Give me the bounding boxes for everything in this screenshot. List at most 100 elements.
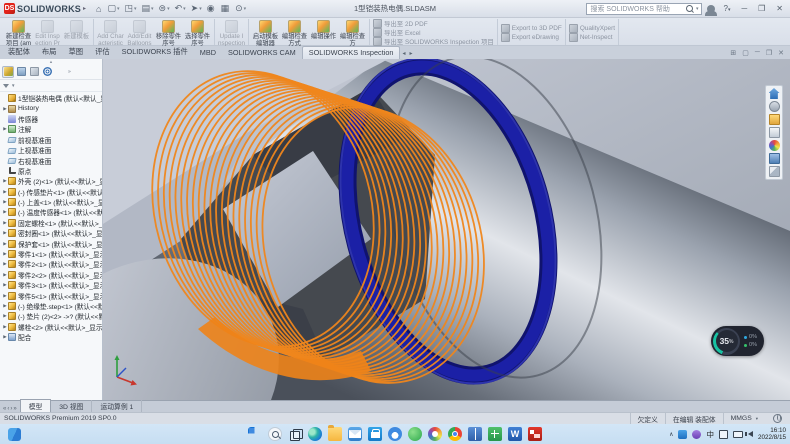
task-view-button[interactable] [288,427,302,441]
network-icon[interactable] [733,431,743,438]
ribbon-button[interactable]: Add/Edit Balloons [126,20,153,47]
home-icon[interactable]: ⌂ [94,3,104,15]
ribbon-button[interactable]: 新建模板 [63,20,90,41]
ribbon-menu-item[interactable]: 导出至 SOLIDWORKS Inspection 项目 [373,38,494,46]
status-units[interactable]: MMGS▾ [723,413,769,424]
tree-item[interactable]: ▶ 前视基准面 [2,135,102,145]
tree-item[interactable]: ▶ 零件2<1> (默认<<默认>_显示状态 [2,259,102,269]
custom-properties-icon[interactable] [769,153,780,164]
green-app-icon[interactable] [408,427,422,441]
new-file-icon[interactable]: ▢▾ [105,2,121,15]
word-app-icon[interactable]: W [508,427,522,441]
view-palette-icon[interactable] [769,127,780,138]
file-explorer-icon[interactable] [328,427,342,441]
tree-item[interactable]: ▶ (-) 垫片 (2)<2> ->? (默认<<默认 [2,311,102,321]
dictionary-icon[interactable] [468,427,482,441]
onedrive-icon[interactable] [388,427,402,441]
undo-icon[interactable]: ↶▾ [173,2,188,15]
ribbon-button[interactable]: 编辑检查方 [339,20,366,47]
mail-icon[interactable] [348,427,362,441]
minimize-button[interactable]: ─ [738,4,750,13]
ribbon-menu-item[interactable]: Net-Inspect [569,33,613,41]
tree-item[interactable]: ▶ (-) 上盖<1> (默认<<默认>_显示状 [2,197,102,207]
ribbon-menu-item[interactable]: 导出至 Excel [373,29,421,37]
search-caret-icon[interactable]: ▾ [696,6,699,12]
file-explorer-icon[interactable] [769,114,780,125]
ribbon-button[interactable]: 选择零件序号 [184,20,211,47]
close-button[interactable]: ✕ [773,4,786,13]
displaymanager-tab[interactable] [54,66,66,78]
doc-cascade-icon[interactable]: ▢ [742,49,749,57]
tree-item[interactable]: ▶ (-) 温度传感器<1> (默认<<默认>_ [2,207,102,217]
ribbon-tab[interactable]: SOLIDWORKS CAM [222,47,302,59]
ribbon-tab[interactable]: 草图 [62,46,89,59]
menu-expand-icon[interactable]: ▸ [83,5,86,12]
ribbon-menu-item[interactable]: Export to 3D PDF [501,24,562,32]
tree-item[interactable]: ▶ 固定螺栓<1> (默认<<默认>_显示 [2,218,102,228]
panel-tabs-overflow-icon[interactable]: » [68,69,71,75]
tree-item[interactable]: ▶ (-) 绝缘垫.step<1> (默认<<默认> [2,301,102,311]
doc-close-icon[interactable]: ✕ [778,49,784,57]
tree-item[interactable]: ▶ 注解 [2,124,102,134]
login-user-icon[interactable] [707,5,715,13]
solidworks-resources-icon[interactable] [769,88,780,99]
tree-item[interactable]: ▶ 螺栓<2> (默认<<默认>_显示状态 [2,322,102,332]
clock[interactable]: 16:10 2022/8/15 [758,427,786,441]
document-tab[interactable]: 模型 [20,399,52,413]
search-icon[interactable] [686,5,693,12]
open-file-icon[interactable]: ◳▾ [122,2,138,15]
restore-button[interactable]: ❐ [755,4,768,13]
ribbon-button[interactable]: Add Characteristic [97,20,124,47]
ribbon-tab[interactable]: 布局 [36,46,63,59]
tree-item[interactable]: ▶ 原点 [2,166,102,176]
tree-item[interactable]: ▶ 传感器 [2,114,102,124]
ribbon-button[interactable]: 编辑操作 [310,20,337,41]
filter-caret-icon[interactable]: ▼ [11,83,15,88]
tree-item[interactable]: ▶ 零件5<1> (默认<<默认>_显示状态 [2,290,102,300]
ribbon-tab[interactable]: MBD [194,47,222,59]
tree-item[interactable]: ▶ 保护套<1> (默认<<默认>_显示状 [2,238,102,248]
performance-overlay[interactable]: 35 % 0% 0% [711,326,764,356]
ribbon-tab[interactable]: SOLIDWORKS 插件 [116,46,194,59]
graphics-viewport[interactable]: 35 % 0% 0% [103,59,790,400]
propertymanager-tab[interactable] [15,66,27,78]
rebuild-icon[interactable]: ◉ [205,2,218,15]
tree-item[interactable]: ▶ 右视基准面 [2,155,102,165]
ribbon-tab[interactable]: 装配体 [2,46,36,59]
tree-item[interactable]: ▶ 零件1<1> (默认<<默认>_显示状态 [2,249,102,259]
model-canvas[interactable] [103,59,790,400]
tree-item[interactable]: ▶ 零件3<1> (默认<<默认>_显示状态 [2,280,102,290]
tab-scroll-right-icon[interactable]: ▸ [407,50,414,59]
input-language-indicator[interactable]: 中 [706,429,714,440]
ribbon-button[interactable]: 编辑检查方式 [281,20,308,47]
doc-minimize-icon[interactable]: ─ [755,49,760,57]
help-button[interactable]: ?▾ [720,4,733,13]
edge-icon[interactable] [308,427,322,441]
spreadsheet-app-icon[interactable] [488,427,502,441]
forum-icon[interactable] [769,166,780,177]
configurationmanager-tab[interactable] [28,66,40,78]
select-icon[interactable]: ➤▾ [189,2,204,15]
appearances-icon[interactable] [769,140,780,151]
start-button[interactable] [248,427,262,441]
tab-scroll-left-icon[interactable]: ◂ [400,50,407,59]
help-search-box[interactable]: 搜索 SOLIDWORKS 帮助 ▾ [586,3,702,15]
tray-app-icon-blue[interactable] [678,430,687,439]
solidworks-app-icon[interactable] [528,427,542,441]
ime-icon[interactable] [719,430,728,439]
store-icon[interactable] [368,427,382,441]
tree-item[interactable]: ▶ History [2,103,102,113]
photos-icon[interactable] [428,427,442,441]
save-icon[interactable]: ▤▾ [140,2,156,15]
design-library-icon[interactable] [769,101,780,112]
options-icon[interactable]: ⊙▾ [233,2,248,15]
doc-restore-icon[interactable]: ❐ [766,49,772,57]
ribbon-menu-item[interactable]: Export eDrawing [501,33,559,41]
tree-item[interactable]: ▶ 零件2<2> (默认<<默认>_显示状态 [2,270,102,280]
tree-filter[interactable]: ▼ [0,80,102,92]
print-icon[interactable]: ⊜▾ [157,2,172,15]
doc-new-window-icon[interactable]: ⊞ [730,49,736,57]
ribbon-menu-item[interactable]: QualityXpert [569,24,615,32]
tree-root-item[interactable]: 1型铠装热电偶 (默认<默认_显示状态-1 [2,93,102,103]
tray-app-icon-purple[interactable] [692,430,701,439]
